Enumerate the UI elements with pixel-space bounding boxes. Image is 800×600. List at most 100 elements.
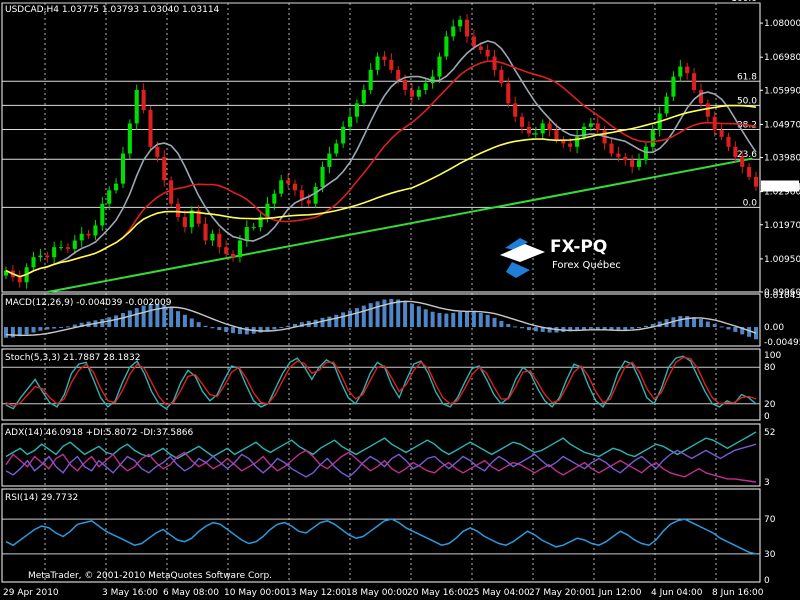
macd-histogram-bar (409, 303, 414, 328)
bearish-candle (169, 180, 174, 204)
bearish-candle (616, 153, 621, 157)
fibonacci-level-label: 0.0 (743, 198, 758, 208)
bearish-candle (396, 69, 401, 80)
bullish-candle (664, 96, 669, 114)
bearish-candle (698, 89, 703, 104)
macd-histogram-bar (733, 327, 738, 332)
macd-histogram-bar (437, 312, 442, 328)
macd-histogram-bar (320, 317, 325, 328)
adx-axis-label: 3 (764, 478, 770, 488)
price-axis-label: 1.06980 (764, 53, 800, 63)
macd-histogram-bar (45, 327, 50, 330)
bearish-candle (286, 180, 291, 184)
macd-histogram-bar (375, 301, 380, 328)
bullish-candle (361, 89, 366, 104)
macd-histogram-bar (458, 311, 463, 328)
rsi-axis-label: 0 (764, 576, 770, 586)
bearish-candle (306, 200, 311, 204)
bullish-candle (79, 233, 84, 241)
bearish-candle (86, 233, 91, 236)
macd-histogram-bar (485, 314, 490, 328)
bullish-candle (678, 66, 683, 77)
moving-average-line-3 (5, 104, 757, 278)
bullish-candle (265, 203, 270, 218)
bullish-candle (375, 56, 380, 70)
adx-axis-label: 52 (764, 428, 775, 438)
bullish-candle (107, 190, 112, 204)
bearish-candle (526, 126, 531, 134)
macd-histogram-bar (38, 327, 43, 331)
bearish-candle (478, 46, 483, 50)
bullish-candle (368, 69, 373, 90)
bullish-candle (444, 36, 449, 57)
x-tick-label: 6 May 08:00 (163, 588, 219, 598)
macd-histogram-bar (210, 327, 215, 329)
bearish-candle (547, 123, 552, 131)
bullish-candle (671, 76, 676, 97)
bearish-candle (464, 19, 470, 37)
bullish-candle (533, 133, 538, 135)
bullish-candle (52, 247, 57, 258)
macd-histogram-bar (623, 327, 628, 331)
macd-histogram-bar (10, 327, 15, 338)
bullish-candle (31, 257, 36, 268)
bullish-candle (210, 233, 215, 241)
bearish-candle (595, 123, 600, 131)
x-tick-label: 13 May 12:00 (285, 588, 347, 598)
bearish-candle (499, 69, 504, 84)
bullish-candle (100, 203, 105, 226)
macd-histogram-bar (726, 327, 731, 330)
macd-histogram-bar (492, 317, 497, 328)
bullish-candle (636, 160, 642, 167)
bearish-candle (568, 143, 573, 147)
bullish-candle (320, 166, 325, 187)
macd-histogram-bar (107, 317, 112, 328)
bullish-candle (588, 123, 593, 127)
bullish-candle (59, 247, 64, 249)
stochastic-panel-title: Stoch(5,3,3) 21.7887 28.1832 (5, 353, 140, 363)
bearish-candle (141, 89, 146, 111)
chart-canvas[interactable]: 29 Apr 2010 3 May 16:00 6 May 08:00 10 May … (0, 0, 800, 600)
x-tick-label: 4 Jun 04:00 (651, 588, 703, 598)
macd-histogram-bar (327, 316, 332, 328)
macd-histogram-bar (423, 309, 428, 328)
macd-histogram-bar (478, 312, 483, 328)
macd-histogram-bar (4, 327, 8, 338)
bullish-candle (437, 56, 442, 77)
bullish-candle (327, 153, 332, 167)
macd-histogram-bar (533, 327, 538, 332)
platform-footer: MetaTrader, © 2001-2010 MetaQuotes Softw… (28, 571, 272, 581)
macd-histogram-bar (189, 318, 194, 328)
macd-histogram-bar (217, 327, 222, 331)
macd-histogram-bar (341, 312, 346, 328)
bearish-candle (492, 56, 497, 70)
bearish-candle (231, 253, 236, 258)
macd-histogram-bar (24, 327, 29, 335)
bullish-candle (313, 186, 318, 204)
macd-histogram-bar (279, 327, 284, 329)
metatrader-chart-window: 29 Apr 2010 3 May 16:00 6 May 08:00 10 May … (0, 0, 800, 600)
watermark-brand: FX-PQ (550, 237, 607, 257)
rsi-line (5, 518, 757, 555)
macd-axis-label: 0.010431 (764, 291, 800, 301)
bearish-candle (705, 103, 710, 117)
bearish-candle (554, 130, 559, 141)
macd-histogram-bar (630, 327, 635, 329)
macd-histogram-bar (444, 313, 449, 328)
macd-histogram-bar (231, 327, 236, 334)
bullish-candle (120, 153, 126, 184)
macd-histogram-bar (698, 319, 703, 328)
bearish-candle (623, 156, 628, 161)
macd-histogram-bar (134, 308, 139, 328)
trendline (47, 157, 753, 293)
macd-histogram-bar (224, 327, 229, 332)
rsi-panel-title: RSI(14) 29.7732 (5, 493, 78, 503)
macd-histogram-bar (31, 327, 36, 333)
macd-histogram-bar (575, 327, 580, 331)
macd-histogram-bar (258, 327, 263, 333)
macd-histogram-bar (348, 310, 353, 328)
macd-histogram-bar (465, 311, 470, 328)
bearish-candle (65, 247, 70, 249)
bearish-candle (747, 166, 752, 177)
bearish-candle (155, 146, 160, 157)
